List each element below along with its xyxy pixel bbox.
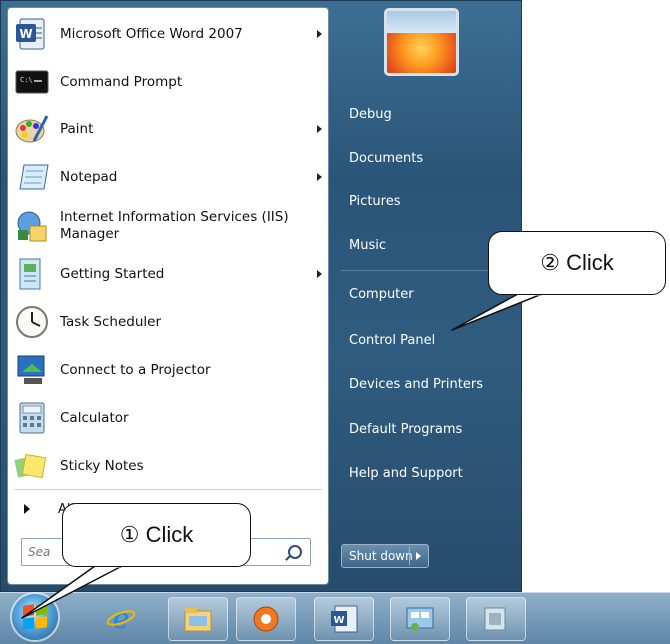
windows-logo-icon [36,603,47,616]
right-link-computer[interactable]: Computer [349,287,414,302]
control-panel-icon [406,607,434,631]
callout-step-2: ② Click [488,231,666,295]
taskbar-word[interactable]: W [314,597,374,641]
svg-text:W: W [19,27,32,41]
separator [409,547,410,565]
program-label: Microsoft Office Word 2007 [60,25,243,42]
program-label: Connect to a Projector [60,361,211,378]
right-link-pictures[interactable]: Pictures [349,194,400,209]
program-paint[interactable]: Paint [14,107,322,151]
program-label: Task Scheduler [60,313,162,330]
right-link-default-programs[interactable]: Default Programs [349,422,462,437]
callout-step-1: ① Click [62,503,251,567]
windows-logo-icon [36,616,47,629]
user-picture[interactable] [384,8,459,76]
callout-text: ① Click [119,522,194,547]
app-icon [484,607,506,631]
expand-arrow-icon [24,504,30,514]
taskbar-media-player[interactable] [236,597,296,641]
program-sticky-notes[interactable]: Sticky Notes [14,444,322,488]
program-label: Calculator [60,409,129,426]
taskbar-control-panel[interactable] [390,597,450,641]
task-scheduler-icon [14,304,50,340]
program-iis-manager[interactable]: Internet Information Services (IIS) Mana… [14,204,322,248]
right-link-help-support[interactable]: Help and Support [349,466,463,481]
calculator-icon [14,400,50,436]
getting-started-icon [14,256,50,292]
taskbar-internet-explorer[interactable]: e [92,597,150,639]
right-link-documents[interactable]: Documents [349,151,423,166]
right-link-control-panel[interactable]: Control Panel [349,333,435,348]
program-label: Internet Information Services (IIS) Mana… [60,209,289,242]
media-player-icon [253,606,279,632]
word-icon: W [14,16,50,52]
program-notepad[interactable]: Notepad [14,155,322,199]
submenu-arrow-icon[interactable] [317,270,322,278]
submenu-arrow-icon[interactable] [317,30,322,38]
file-explorer-icon [184,608,212,632]
sticky-notes-icon [14,448,50,484]
program-label: Command Prompt [60,73,183,90]
internet-explorer-icon: e [106,604,136,632]
program-command-prompt[interactable]: C:\ Command Prompt [14,60,322,104]
paint-icon [14,111,50,147]
submenu-arrow-icon[interactable] [317,125,322,133]
shutdown-label: Shut down [349,549,413,563]
separator [14,489,322,490]
programs-pane: W Microsoft Office Word 2007 C:\ Command… [7,7,329,585]
windows-logo-icon [23,604,34,617]
right-link-music[interactable]: Music [349,238,386,253]
svg-text:e: e [113,604,130,632]
program-calculator[interactable]: Calculator [14,396,322,440]
program-label: Notepad [60,168,118,185]
projector-icon [14,352,50,388]
svg-text:W: W [333,615,344,626]
svg-text:C:\: C:\ [20,76,33,84]
shutdown-options-arrow-icon[interactable] [416,552,421,560]
submenu-arrow-icon[interactable] [317,173,322,181]
program-label: Paint [60,120,94,137]
program-label: Sticky Notes [60,457,144,474]
iis-manager-icon [14,208,50,244]
program-getting-started[interactable]: Getting Started [14,252,322,296]
program-task-scheduler[interactable]: Task Scheduler [14,300,322,344]
windows-logo-icon [23,617,34,630]
word-icon: W [331,605,358,633]
search-icon[interactable] [288,545,302,559]
taskbar-app[interactable] [466,597,526,641]
shutdown-button[interactable]: Shut down [341,544,429,568]
program-projector[interactable]: Connect to a Projector [14,348,322,392]
command-prompt-icon: C:\ [14,64,50,100]
start-button[interactable] [12,594,58,640]
program-word[interactable]: W Microsoft Office Word 2007 [14,12,322,56]
program-label: Getting Started [60,265,165,282]
callout-text: ② Click [540,250,614,275]
taskbar-file-explorer[interactable] [168,597,228,641]
right-link-debug[interactable]: Debug [349,107,392,122]
right-link-devices-printers[interactable]: Devices and Printers [349,377,483,392]
notepad-icon [14,159,50,195]
